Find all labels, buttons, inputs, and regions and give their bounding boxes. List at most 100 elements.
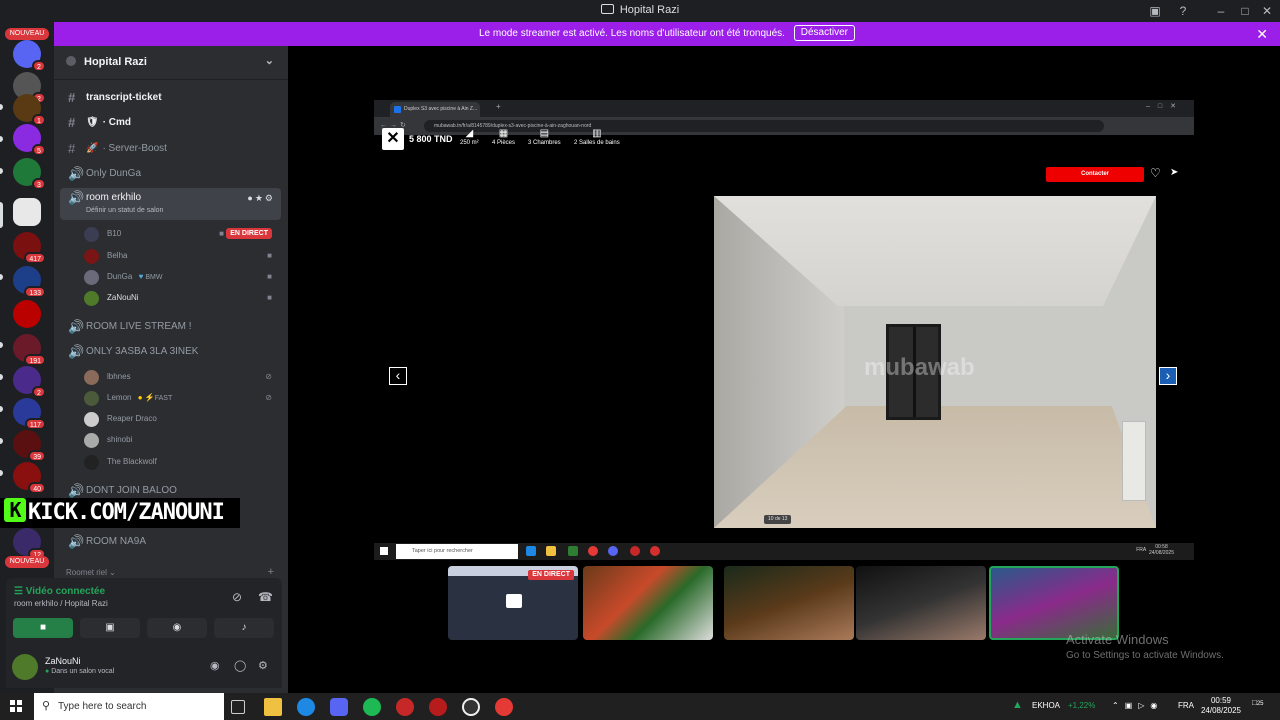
headphones-icon[interactable]: ◯ [234, 659, 246, 672]
disconnect-icon[interactable]: ☎ [258, 590, 273, 604]
help-icon[interactable]: ? [1174, 2, 1192, 20]
camera-toggle-button[interactable]: ■ [13, 618, 73, 638]
add-channel-icon[interactable]: + [268, 566, 274, 578]
stream-tile[interactable]: EN DIRECT [448, 566, 578, 640]
mention-badge: 3 [32, 178, 46, 190]
task-view-icon[interactable] [231, 700, 245, 714]
spotify-icon[interactable] [363, 698, 381, 716]
bath-icon: ▥ [592, 128, 602, 139]
gear-icon[interactable]: ⚙ [265, 193, 275, 203]
server-icon-hopital-razi[interactable] [13, 198, 41, 226]
obs-icon[interactable] [462, 698, 480, 716]
voice-location[interactable]: room erkhilo / Hopital Razi [14, 599, 108, 608]
channel-only-dunga[interactable]: 🔊 Only DunGa [60, 163, 281, 185]
category-header[interactable]: Roomet riel ⌄ [66, 568, 116, 577]
server-icon[interactable]: 2 [13, 366, 46, 398]
shared-screen: Duplex S3 avec piscine à Ain Z... + –□✕ … [374, 100, 1194, 562]
chrome-icon[interactable] [495, 698, 513, 716]
contact-button[interactable]: Contacter [1046, 167, 1144, 182]
channel-label: ONLY 3ASBA 3LA 3INEK [86, 346, 199, 357]
avatar [84, 370, 99, 385]
voice-user-name: lbhnes [107, 372, 131, 381]
activities-button[interactable]: ◉ [147, 618, 207, 638]
live-badge: EN DIRECT [528, 570, 574, 580]
server-icon[interactable]: 191 [13, 334, 46, 366]
voice-user-row[interactable]: shinobi [84, 431, 276, 449]
server-icon[interactable]: 12 [13, 528, 46, 560]
guild-header[interactable]: Hopital Razi ⌄ [54, 46, 288, 80]
new-tab-icon[interactable]: + [496, 102, 501, 111]
edge-icon[interactable] [297, 698, 315, 716]
camera-icon: ■ [267, 251, 272, 260]
inbox-icon[interactable]: ▣ [1146, 2, 1164, 20]
voice-user-row[interactable]: The Blackwolf [84, 453, 276, 471]
voice-user-row[interactable]: Belha ■ [84, 247, 276, 265]
favorite-heart-icon[interactable]: ♡ [1150, 166, 1161, 180]
close-listing-icon[interactable]: ✕ [382, 128, 404, 150]
maximize-button[interactable]: □ [1236, 2, 1254, 20]
taskbar-clock[interactable]: 00:59 24/08/2025 [1198, 696, 1244, 716]
stock-ticker[interactable]: EKHOA [1032, 701, 1060, 710]
discord-icon[interactable] [330, 698, 348, 716]
server-icon[interactable]: 417 [13, 232, 46, 264]
file-explorer-icon[interactable] [264, 698, 282, 716]
live-badge: EN DIRECT [226, 228, 272, 239]
server-icon[interactable]: 133 [13, 266, 46, 298]
disable-streamer-mode-button[interactable]: Désactiver [793, 25, 855, 41]
video-tile[interactable] [856, 566, 986, 640]
noise-suppression-icon[interactable]: ⊘ [232, 590, 242, 604]
video-tile-speaking[interactable] [989, 566, 1119, 640]
voice-user-row[interactable]: Reaper Draco [84, 410, 276, 428]
channel-transcript-ticket[interactable]: # transcript-ticket [60, 87, 281, 109]
channel-room-erkhilo[interactable]: 🔊 room erkhilo Définir un statut de salon… [60, 188, 281, 220]
browser-url[interactable]: mubawab.tn/fr/a/8145789/duplex-s3-avec-p… [424, 120, 1104, 132]
server-icon[interactable] [13, 300, 41, 328]
gear-icon[interactable]: ⚙ [258, 659, 268, 672]
voice-user-row[interactable]: Lemon ● ⚡FAST ⊘ [84, 389, 276, 407]
screen-share-button[interactable]: ▣ [80, 618, 140, 638]
user-panel-status-text: Dans un salon vocal [51, 668, 115, 675]
chat-icon[interactable]: ● [247, 193, 254, 203]
voice-status-text: Vidéo connectée [25, 586, 106, 597]
notification-icon[interactable]: □25 [1252, 698, 1264, 707]
server-icon[interactable]: 40 [13, 462, 46, 494]
microphone-icon[interactable]: ◉ [210, 659, 220, 672]
language-indicator[interactable]: FRA [1178, 701, 1194, 710]
server-icon[interactable]: 117 [13, 398, 46, 430]
voice-user-row[interactable]: B10 EN DIRECT ■ [84, 225, 276, 243]
tray-icons[interactable]: ⌃▣▷◉ [1112, 701, 1163, 710]
server-icon[interactable]: 39 [13, 430, 46, 462]
share-icon[interactable]: ➤ [1170, 167, 1178, 178]
channel-cmd[interactable]: # 🛡 · Cmd [60, 112, 281, 134]
channel-room-live-stream[interactable]: 🔊 ROOM LIVE STREAM ! [60, 316, 281, 338]
browser-window-controls[interactable]: –□✕ [1146, 102, 1184, 110]
channel-only-3asba[interactable]: 🔊 ONLY 3ASBA 3LA 3INEK [60, 341, 281, 363]
channel-server-boost[interactable]: # 🚀 · Server-Boost [60, 138, 281, 160]
app-icon[interactable] [429, 698, 447, 716]
channel-status-hint[interactable]: Définir un statut de salon [86, 205, 163, 217]
next-photo-arrow[interactable]: › [1159, 367, 1177, 385]
soundboard-button[interactable]: ♪ [214, 618, 274, 638]
channel-room-na9a[interactable]: 🔊 ROOM NA9A [60, 531, 281, 553]
taskbar-search[interactable]: ⚲ Type here to search [34, 693, 224, 720]
avatar[interactable] [12, 654, 38, 680]
server-icon[interactable]: 5 [13, 124, 46, 156]
video-tile[interactable] [724, 566, 854, 640]
listing-photo[interactable]: mubawab 10 de 13 [714, 196, 1156, 528]
voice-user-row[interactable]: lbhnes ⊘ [84, 368, 276, 386]
kick-logo-icon: K [4, 498, 26, 522]
close-window-button[interactable]: ✕ [1258, 2, 1276, 20]
minimize-button[interactable]: – [1212, 2, 1230, 20]
app-icon[interactable] [396, 698, 414, 716]
server-icon[interactable]: 1 [13, 94, 46, 126]
video-tile[interactable] [583, 566, 713, 640]
voice-user-row[interactable]: DunGa ♥ BMW ■ [84, 268, 276, 286]
server-icon[interactable]: 2 [13, 40, 46, 72]
browser-tab[interactable]: Duplex S3 avec piscine à Ain Z... [390, 102, 480, 117]
close-banner-icon[interactable]: ✕ [1256, 22, 1268, 46]
previous-photo-arrow[interactable]: ‹ [389, 367, 407, 385]
invite-icon[interactable]: ★ [255, 193, 265, 203]
voice-user-row[interactable]: ZaNouNi ■ [84, 289, 276, 307]
server-icon[interactable]: 3 [13, 158, 46, 190]
start-button[interactable] [10, 700, 22, 712]
